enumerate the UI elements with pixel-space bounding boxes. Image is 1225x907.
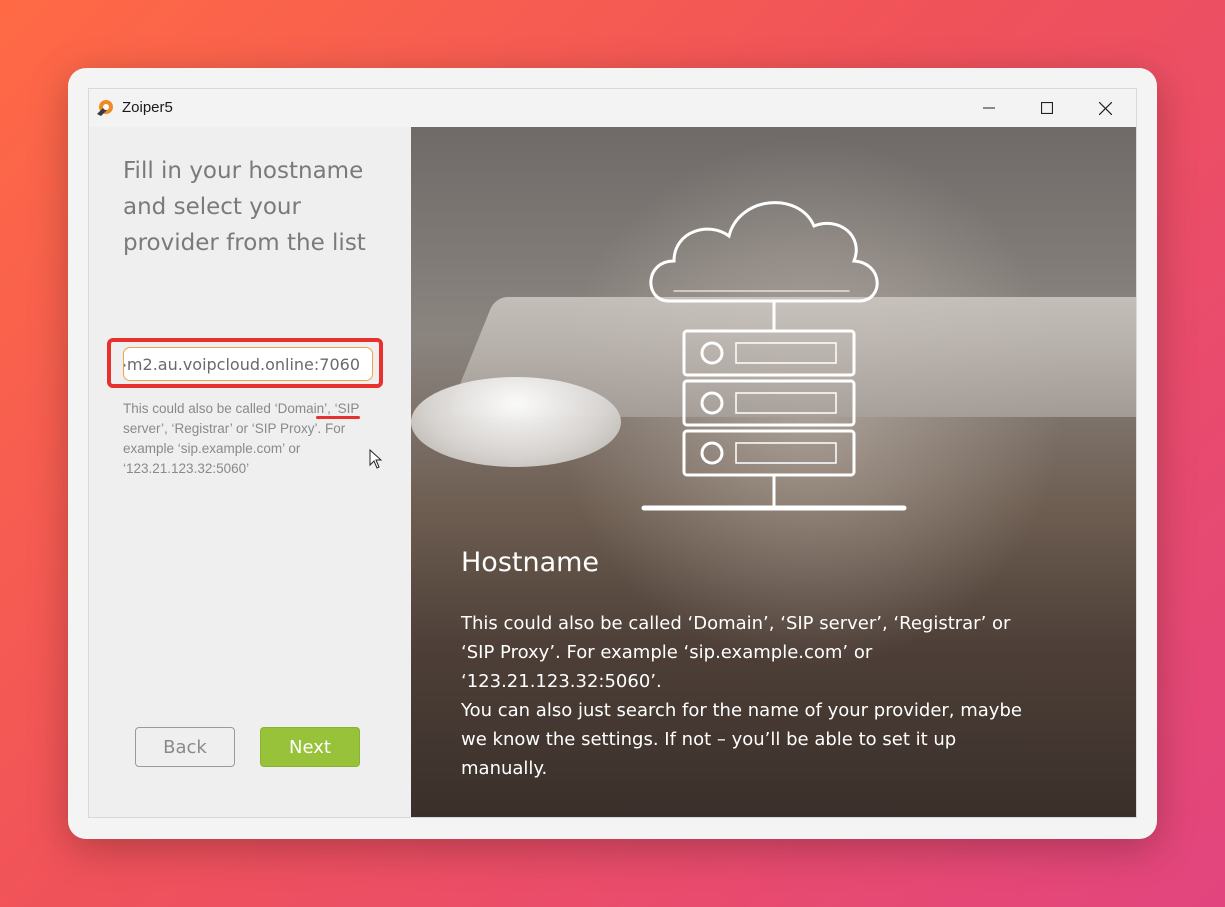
next-button[interactable]: Next [260, 727, 360, 767]
mouse-pointer-icon [369, 449, 383, 469]
window-title: Zoiper5 [122, 99, 173, 116]
page-heading: Fill in your hostname and select your pr… [123, 158, 366, 256]
info-description: This could also be called ‘Domain’, ‘SIP… [461, 613, 1022, 779]
back-button[interactable]: Back [135, 727, 235, 767]
cloud-server-icon [641, 201, 907, 511]
hostname-input[interactable]: ›m2.au.voipcloud.online:7060 [123, 347, 373, 381]
hostname-input-text: ›m2.au.voipcloud.online:7060 [123, 355, 360, 374]
close-icon [1098, 101, 1112, 115]
hostname-hint: This could also be called ‘Domain’, ‘SIP… [123, 401, 360, 476]
background-mouse-photo [411, 377, 621, 467]
zoiper-logo-icon [97, 100, 113, 116]
maximize-button[interactable] [1018, 89, 1076, 127]
title-bar: Zoiper5 [89, 89, 1136, 127]
minimize-button[interactable] [960, 89, 1018, 127]
minimize-icon [983, 107, 995, 109]
info-panel: Hostname This could also be called ‘Doma… [411, 127, 1136, 817]
setup-form-panel: Fill in your hostname and select your pr… [89, 127, 411, 817]
close-button[interactable] [1076, 89, 1134, 127]
zoiper-window: Zoiper5 Fill in your hostname and select… [88, 88, 1137, 818]
maximize-icon [1041, 102, 1053, 114]
info-title: Hostname [461, 547, 600, 578]
